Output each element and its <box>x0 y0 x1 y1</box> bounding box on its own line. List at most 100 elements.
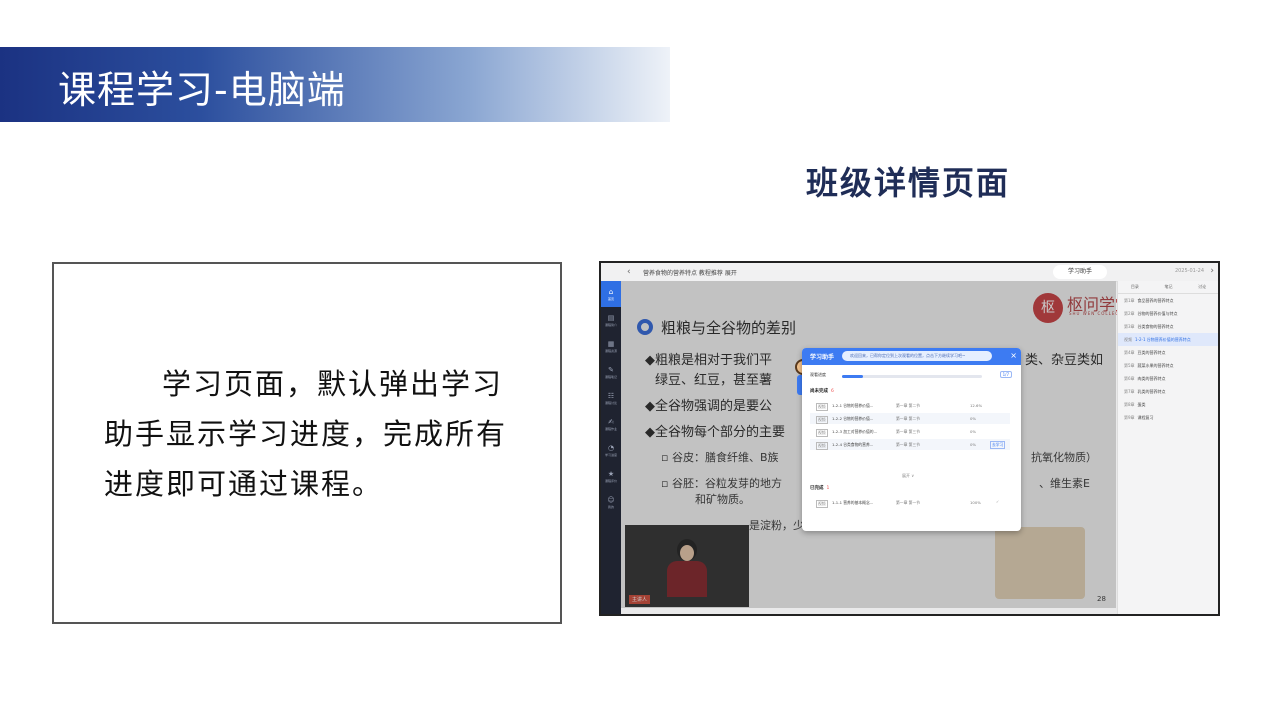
chapter-item[interactable]: 第9章 课程复习 <box>1118 411 1218 424</box>
nav-icon: ✎ <box>608 365 614 374</box>
dialog-title: 学习助手 <box>810 354 835 361</box>
check-icon: ✓ <box>996 499 1000 504</box>
chapter-number: 第9章 <box>1124 415 1135 420</box>
chapter-label: 1-2-1 谷物营养价值的营养特点 <box>1135 337 1191 342</box>
lesson-row[interactable]: 视频 1-2-3 加工对营养价值的... 第一章 第三节 0% <box>810 426 1010 437</box>
progress-label: 观看进度 <box>810 372 826 377</box>
nav-item[interactable]: ✎ 课程笔记 <box>601 359 621 385</box>
study-button[interactable]: 去学习 <box>990 441 1006 449</box>
chapter-number: 第6章 <box>1124 376 1135 381</box>
nav-item[interactable]: ⌂ 首页 <box>601 281 621 307</box>
nav-icon: ★ <box>607 469 615 478</box>
nav-label: 课程讨论 <box>604 400 617 405</box>
chapter-number: 视频 <box>1124 337 1132 342</box>
chapter-item[interactable]: 第3章 谷类食物的营养特点 <box>1118 320 1218 333</box>
nav-item[interactable]: ▦ 课程资源 <box>601 333 621 359</box>
chapter-item[interactable]: 第2章 谷物的营养价值与特点 <box>1118 307 1218 320</box>
description-text: 学习页面，默认弹出学习助手显示学习进度，完成所有进度即可通过课程。 <box>104 367 508 501</box>
pending-section-label: 尚未完成 6 <box>810 389 834 394</box>
chapter-number: 第2章 <box>1124 311 1135 316</box>
panel-tabs: 目录 笔记 讨论 <box>1118 281 1218 294</box>
chapter-number: 第5章 <box>1124 363 1135 368</box>
nav-item[interactable]: ☺ 我的 <box>601 489 621 515</box>
chapter-label: 豆类的营养特点 <box>1137 350 1166 355</box>
chapter-label: 谷类食物的营养特点 <box>1137 324 1174 329</box>
panel-tab[interactable]: 笔记 <box>1164 281 1172 293</box>
lesson-progress: 0% <box>970 442 977 447</box>
lesson-section: 第一章 第三节 <box>896 442 920 447</box>
chapter-number: 第1章 <box>1124 298 1135 303</box>
chapter-label: 谷物的营养价值与特点 <box>1137 311 1178 316</box>
lesson-section: 第一章 第二节 <box>896 403 920 408</box>
lesson-tag: 视频 <box>816 429 828 437</box>
chapter-number: 第4章 <box>1124 350 1135 355</box>
dialog-header: 学习助手 欢迎回来，已帮你定位到上次观看的位置，点击下方继续学习吧~ × <box>802 348 1021 365</box>
chapter-item[interactable]: 第4章 豆类的营养特点 <box>1118 346 1218 359</box>
lesson-name: 1-2-2 谷物的营养价值... <box>832 416 874 421</box>
chapter-label: 蛋类 <box>1137 402 1146 407</box>
chapter-label: 课程复习 <box>1137 415 1154 420</box>
lesson-progress: 0% <box>970 429 977 434</box>
nav-icon: ▤ <box>607 313 615 322</box>
lesson-tag: 视频 <box>816 500 828 508</box>
nav-icon: ⌂ <box>608 287 614 296</box>
nav-item[interactable]: ☷ 课程讨论 <box>601 385 621 411</box>
panel-tab[interactable]: 目录 <box>1131 281 1139 293</box>
chapter-item[interactable]: 第5章 蔬菜水果的营养特点 <box>1118 359 1218 372</box>
chevron-right-icon[interactable]: › <box>1210 266 1214 276</box>
nav-icon: ◔ <box>607 443 615 452</box>
nav-item[interactable]: ★ 课程评价 <box>601 463 621 489</box>
page-title: 课程学习-电脑端 <box>58 68 346 112</box>
progress-fill <box>842 375 863 378</box>
progress-track <box>842 375 982 378</box>
chapter-label: 蔬菜水果的营养特点 <box>1137 363 1174 368</box>
nav-label: 课程简介 <box>604 322 617 327</box>
lesson-tag: 视频 <box>816 442 828 450</box>
lesson-progress: 0% <box>970 416 977 421</box>
nav-icon: ✍ <box>608 417 614 426</box>
done-section-label: 已完成 1 <box>810 486 830 491</box>
lesson-section: 第一章 第三节 <box>896 429 920 434</box>
nav-label: 我的 <box>607 504 614 509</box>
lesson-section: 第一章 第一节 <box>896 500 920 505</box>
lesson-name: 1-1-1 营养的基本概念... <box>832 500 874 505</box>
nav-label: 课程笔记 <box>604 374 617 379</box>
chapter-item[interactable]: 视频 1-2-1 谷物营养价值的营养特点 <box>1118 333 1218 346</box>
lesson-row[interactable]: 视频 1-1-1 营养的基本概念... 第一章 第一节 100% ✓ <box>810 497 1010 508</box>
nav-icon: ☺ <box>607 495 615 504</box>
close-icon[interactable]: × <box>1010 351 1017 360</box>
progress-button[interactable]: 1/7 <box>999 371 1012 378</box>
chapter-item[interactable]: 第6章 肉类的营养特点 <box>1118 372 1218 385</box>
lesson-section: 第一章 第二节 <box>896 416 920 421</box>
chapter-number: 第3章 <box>1124 324 1135 329</box>
chapter-label: 食品营养的营养特点 <box>1137 298 1174 303</box>
nav-icon: ▦ <box>607 339 615 348</box>
left-nav: ⌂ 首页 ▤ 课程简介 ▦ 课程资源 ✎ 课程笔记 ☷ 课程讨论 ✍ 课程作业 ◔ 学习进度 ★ 课程评价 ☺ 我… <box>601 281 621 614</box>
chapter-list: 第1章 食品营养的营养特点 第2章 谷物的营养价值与特点 第3章 谷类食物的营养特点 视频 1… <box>1118 294 1218 424</box>
nav-label: 课程资源 <box>604 348 617 353</box>
done-count: 1 <box>826 486 830 491</box>
user-badge[interactable]: 学习助手 <box>1053 265 1107 279</box>
panel-tab[interactable]: 讨论 <box>1198 281 1206 293</box>
nav-item[interactable]: ✍ 课程作业 <box>601 411 621 437</box>
description-box: 学习页面，默认弹出学习助手显示学习进度，完成所有进度即可通过课程。 <box>52 262 562 624</box>
chapter-number: 第7章 <box>1124 389 1135 394</box>
nav-label: 课程评价 <box>604 478 617 483</box>
chapter-panel: 目录 笔记 讨论 第1章 食品营养的营养特点 第2章 谷物的营养价值与特点 第3章 谷类食物的… <box>1117 281 1218 614</box>
lesson-row[interactable]: 视频 1-2-2 谷物的营养价值... 第一章 第二节 0% <box>810 413 1010 424</box>
chapter-item[interactable]: 第8章 蛋类 <box>1118 398 1218 411</box>
lesson-progress: 12.6% <box>970 403 983 408</box>
lesson-row[interactable]: 视频 1-2-4 谷类食物的营养... 第一章 第三节 0% 去学习 <box>810 439 1010 450</box>
pending-count: 6 <box>831 389 834 394</box>
progress-row: 观看进度 1/7 <box>808 370 1014 382</box>
lesson-row[interactable]: 视频 1-2-1 谷物的营养价值... 第一章 第二节 12.6% <box>810 400 1010 411</box>
lesson-name: 1-2-3 加工对营养价值的... <box>832 429 878 434</box>
chapter-item[interactable]: 第7章 乳类的营养特点 <box>1118 385 1218 398</box>
chapter-item[interactable]: 第1章 食品营养的营养特点 <box>1118 294 1218 307</box>
expand-more-button[interactable]: 展开 ∨ <box>902 473 914 479</box>
back-icon[interactable]: ‹ <box>627 267 631 277</box>
nav-item[interactable]: ◔ 学习进度 <box>601 437 621 463</box>
course-title: 营养食物的营养特点 教程推荐 展开 <box>643 270 737 277</box>
nav-item[interactable]: ▤ 课程简介 <box>601 307 621 333</box>
lesson-tag: 视频 <box>816 416 828 424</box>
